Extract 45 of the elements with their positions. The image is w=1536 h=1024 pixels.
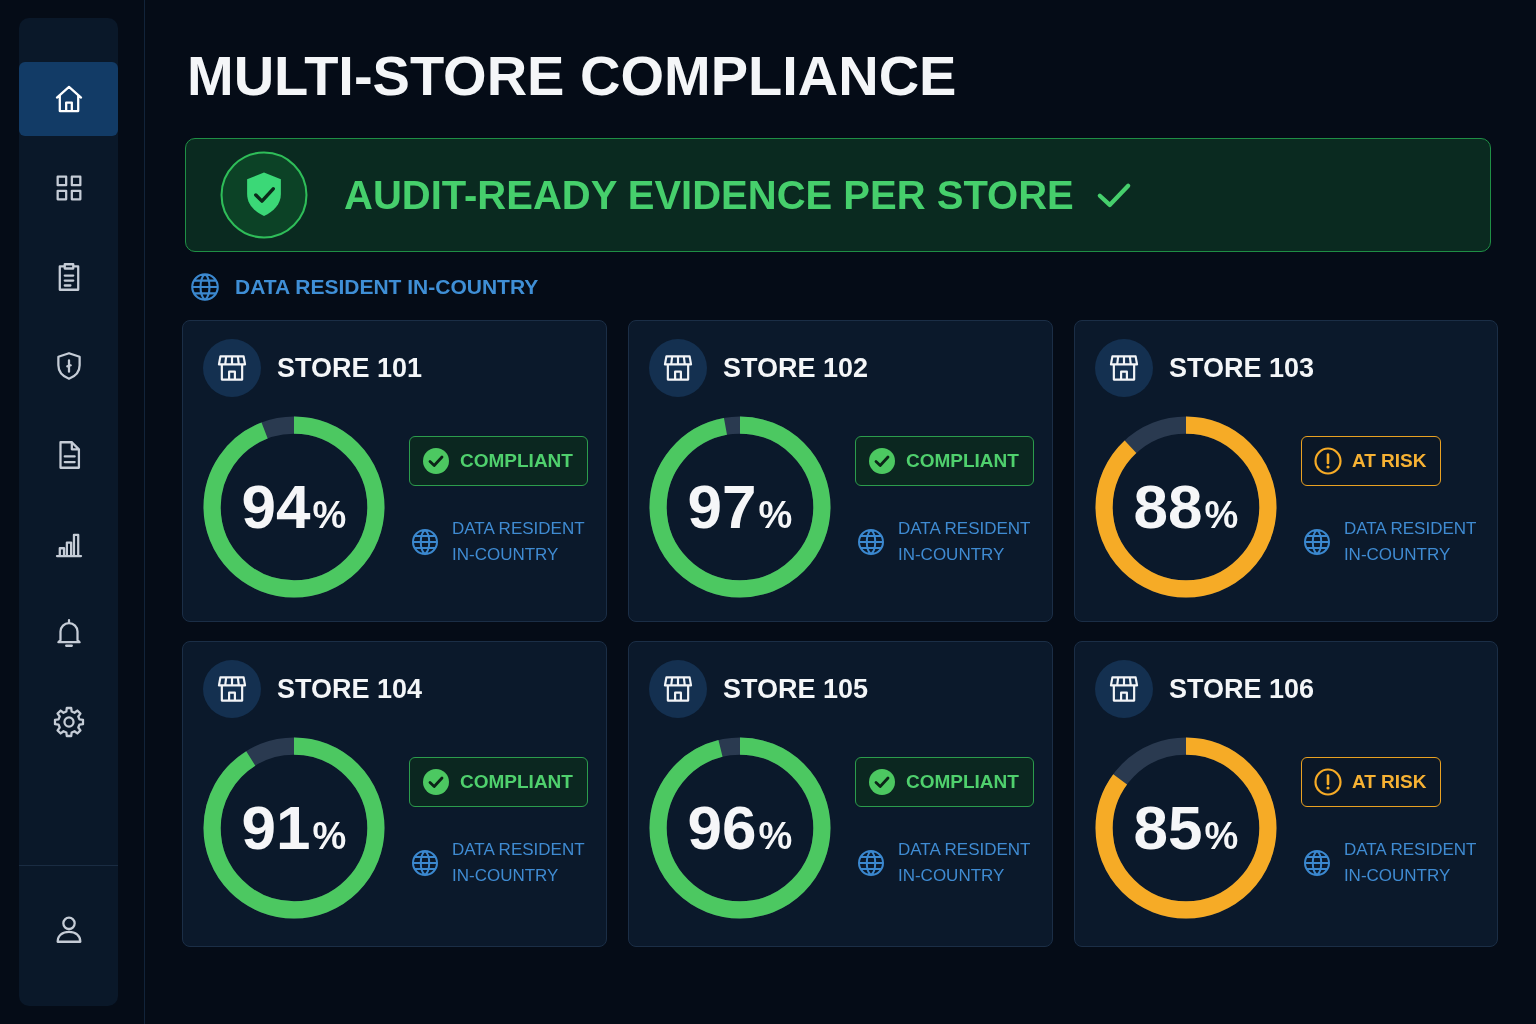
- check-circle-icon: [422, 447, 450, 475]
- residency-label: DATA RESIDENT IN-COUNTRY: [897, 839, 1032, 887]
- status-label: COMPLIANT: [460, 450, 573, 472]
- percent-value: 85%: [1133, 797, 1239, 859]
- store-name: STORE 106: [1168, 673, 1314, 705]
- store-name: STORE 104: [277, 673, 423, 705]
- storefront-icon: [203, 660, 261, 718]
- residency-label: DATA RESIDENT IN-COUNTRY: [452, 518, 586, 566]
- storefront-icon: [203, 339, 261, 397]
- percent-value: 88%: [1133, 476, 1239, 538]
- residency-label: DATA RESIDENT IN-COUNTRY: [897, 518, 1032, 566]
- settings-icon: [51, 705, 86, 739]
- percent-value: 91%: [241, 797, 347, 859]
- status-label: COMPLIANT: [460, 771, 573, 793]
- storefront-icon: [648, 339, 707, 397]
- check-circle-icon: [867, 447, 896, 475]
- residency-label: DATA RESIDENT IN-COUNTRY: [235, 275, 539, 299]
- storefront-icon: [1094, 339, 1153, 397]
- storefront-icon: [1094, 660, 1153, 718]
- status-label: AT RISK: [1351, 450, 1427, 472]
- globe-icon: [409, 847, 441, 879]
- storefront-icon: [648, 660, 707, 718]
- status-label: COMPLIANT: [905, 450, 1019, 472]
- check-circle-icon: [867, 768, 896, 796]
- nav-button[interactable]: [19, 62, 118, 136]
- percent-value: 96%: [687, 797, 793, 859]
- percent-value: 97%: [687, 476, 793, 538]
- status-label: AT RISK: [1351, 771, 1427, 793]
- store-name: STORE 102: [722, 352, 868, 384]
- residency-label: DATA RESIDENT IN-COUNTRY: [452, 839, 586, 887]
- globe-icon: [188, 270, 222, 304]
- banner-title: AUDIT-READY EVIDENCE PER STORE: [344, 172, 1074, 218]
- page-title: MULTI-STORE COMPLIANCE: [187, 43, 957, 109]
- store-name: STORE 103: [1168, 352, 1314, 384]
- store-name: STORE 101: [277, 352, 423, 384]
- percent-value: 94%: [241, 476, 347, 538]
- store-name: STORE 105: [722, 673, 868, 705]
- globe-icon: [409, 526, 441, 558]
- shield-check-icon: [220, 151, 308, 239]
- residency-label: DATA RESIDENT IN-COUNTRY: [1343, 839, 1478, 887]
- exclamation-circle-icon: [1313, 447, 1342, 475]
- check-circle-icon: [422, 768, 450, 796]
- residency-label: DATA RESIDENT IN-COUNTRY: [1343, 518, 1478, 566]
- status-label: COMPLIANT: [905, 771, 1019, 793]
- exclamation-circle-icon: [1313, 768, 1342, 796]
